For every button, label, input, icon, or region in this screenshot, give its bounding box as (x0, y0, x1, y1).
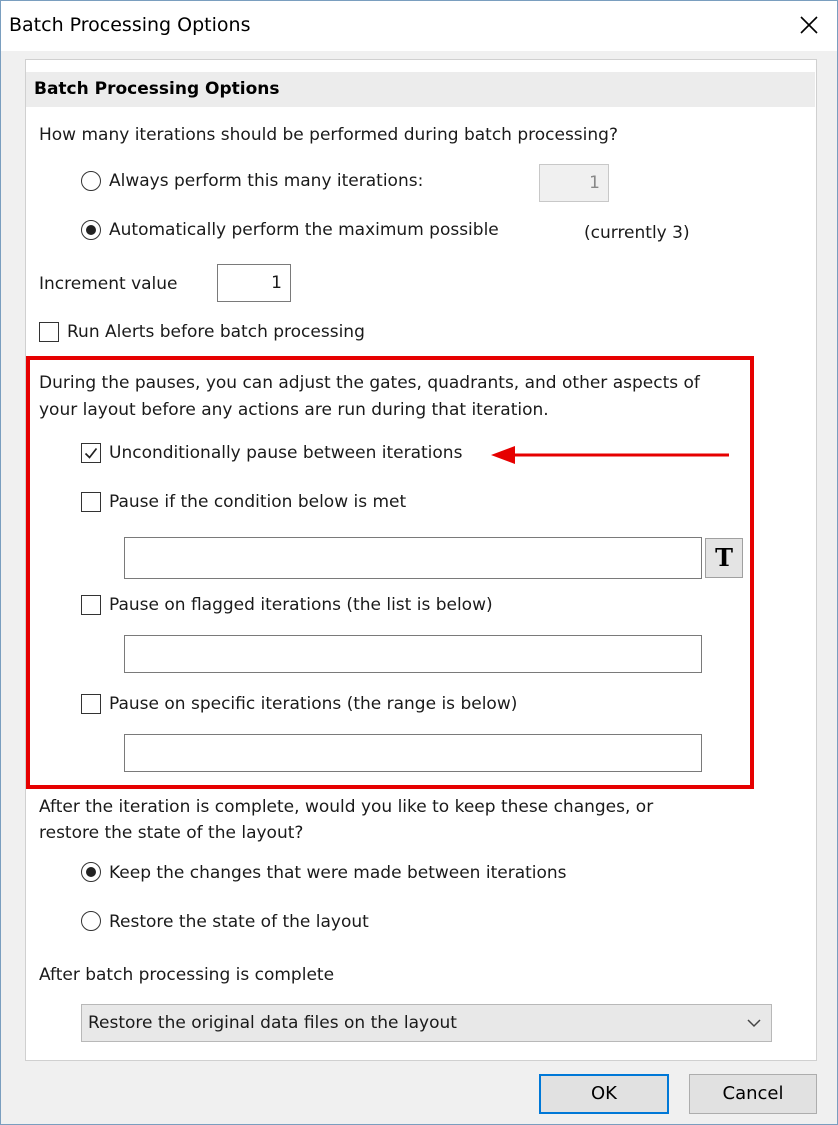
after-batch-label: After batch processing is complete (39, 965, 335, 985)
flagged-pause-checkbox[interactable] (81, 595, 101, 615)
specific-pause-label[interactable]: Pause on specific iterations (the range … (109, 694, 517, 714)
checkmark-icon (84, 447, 98, 459)
radio-fixed-iterations-label[interactable]: Always perform this many iterations: (109, 171, 423, 191)
increment-input[interactable]: 1 (217, 264, 291, 302)
condition-pause-checkbox[interactable] (81, 492, 101, 512)
radio-max-iterations-label[interactable]: Automatically perform the maximum possib… (109, 220, 499, 240)
condition-input[interactable] (124, 537, 702, 579)
specific-input[interactable] (124, 734, 702, 772)
section-title: Batch Processing Options (34, 79, 280, 99)
after-iteration-question-line2: restore the state of the layout? (39, 823, 304, 843)
pauses-description-line2: your layout before any actions are run d… (39, 400, 549, 420)
window-title: Batch Processing Options (9, 14, 251, 36)
run-alerts-label[interactable]: Run Alerts before batch processing (67, 322, 365, 342)
title-bar: Batch Processing Options (1, 1, 837, 51)
iterations-question: How many iterations should be performed … (39, 125, 618, 145)
currently-value: (currently 3) (584, 223, 690, 243)
cancel-button[interactable]: Cancel (689, 1074, 817, 1114)
radio-keep-changes-label[interactable]: Keep the changes that were made between … (109, 863, 567, 883)
specific-pause-checkbox[interactable] (81, 694, 101, 714)
fixed-iterations-input[interactable]: 1 (539, 164, 609, 202)
close-icon (800, 16, 818, 34)
pauses-description-line1: During the pauses, you can adjust the ga… (39, 373, 700, 393)
after-batch-select[interactable]: Restore the original data files on the l… (81, 1004, 772, 1042)
run-alerts-checkbox[interactable] (39, 322, 59, 342)
section-header: Batch Processing Options (26, 72, 815, 107)
condition-pause-label[interactable]: Pause if the condition below is met (109, 492, 406, 512)
unconditional-pause-checkbox[interactable] (81, 443, 101, 463)
radio-fixed-iterations[interactable] (81, 171, 101, 191)
radio-restore-state-label[interactable]: Restore the state of the layout (109, 912, 369, 932)
increment-label: Increment value (39, 274, 178, 294)
arrow-left-annotation (491, 446, 729, 464)
flagged-input[interactable] (124, 635, 702, 673)
radio-restore-state[interactable] (81, 911, 101, 931)
chevron-down-icon (747, 1019, 761, 1028)
radio-keep-changes[interactable] (81, 862, 101, 882)
close-button[interactable] (781, 1, 837, 51)
unconditional-pause-label[interactable]: Unconditionally pause between iterations (109, 443, 462, 463)
ok-button[interactable]: OK (539, 1074, 669, 1114)
after-batch-selected-value: Restore the original data files on the l… (88, 1013, 457, 1033)
after-iteration-question-line1: After the iteration is complete, would y… (39, 797, 654, 817)
condition-text-button[interactable]: T (705, 538, 743, 578)
radio-max-iterations[interactable] (81, 220, 101, 240)
dialog-window: Batch Processing Options Batch Processin… (0, 0, 838, 1125)
flagged-pause-label[interactable]: Pause on flagged iterations (the list is… (109, 595, 493, 615)
